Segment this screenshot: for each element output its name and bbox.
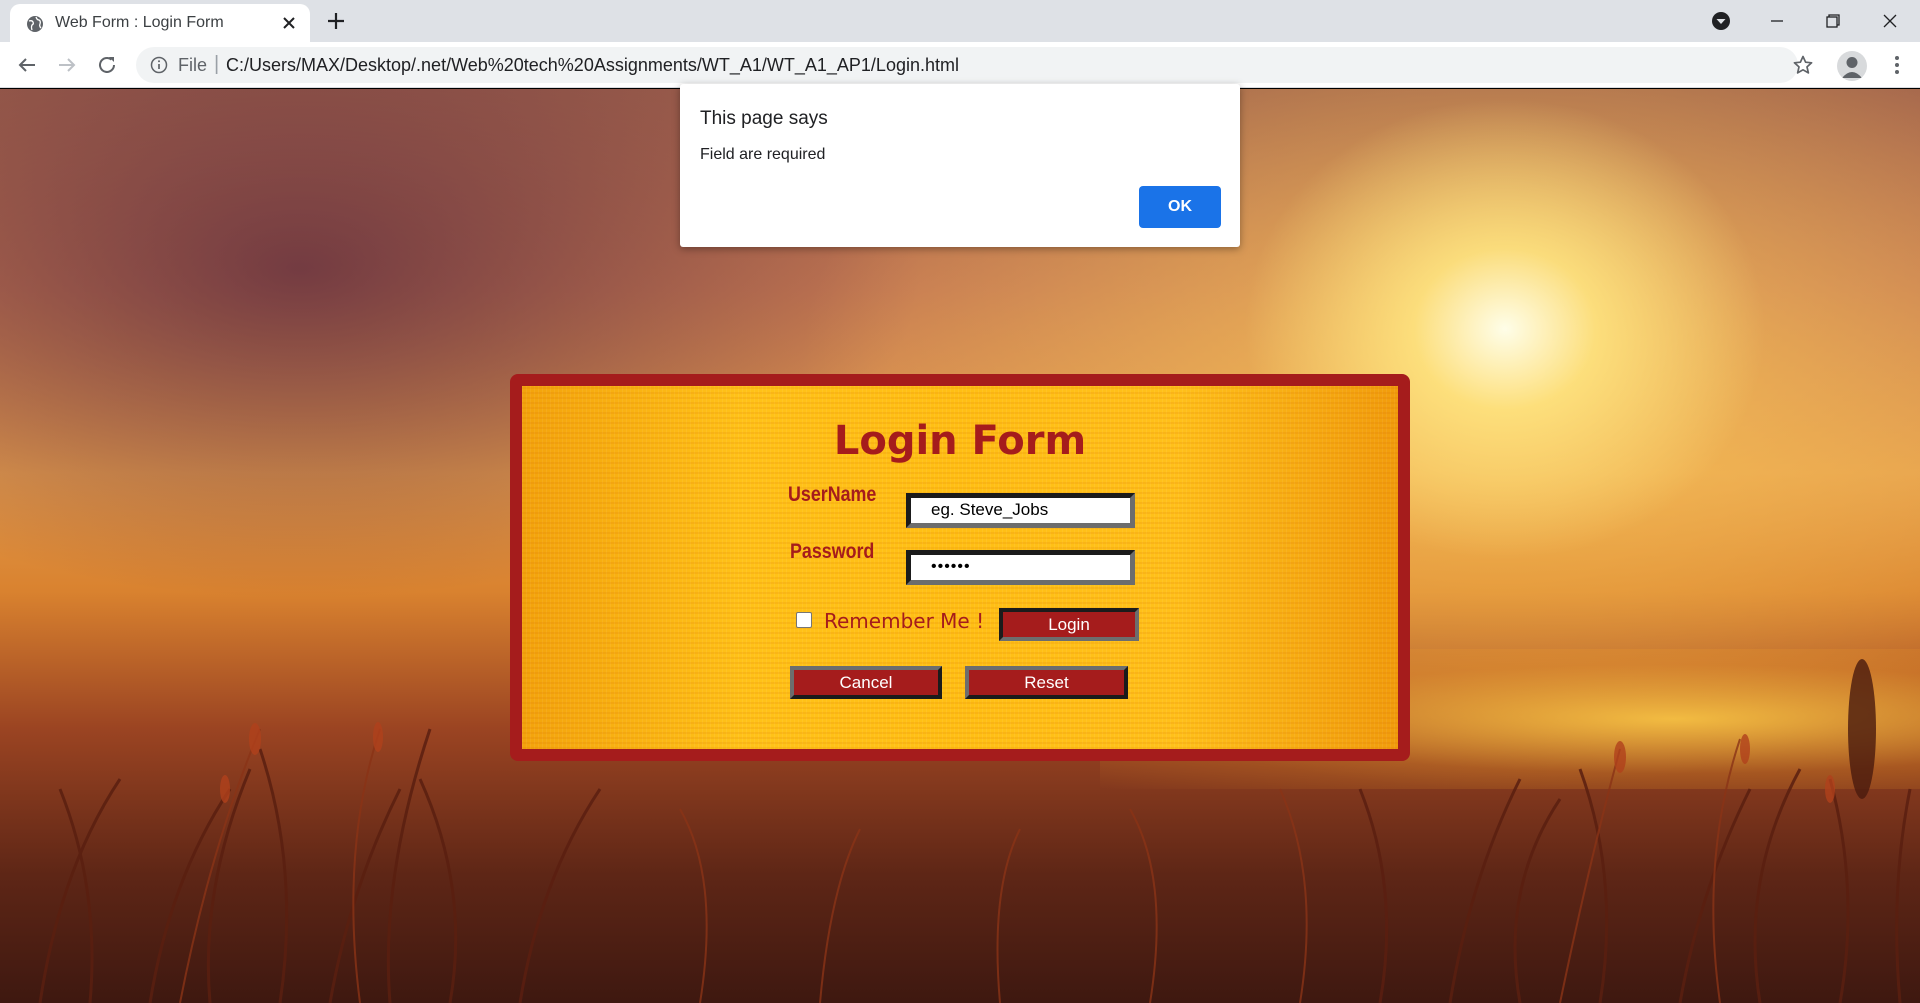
- close-icon[interactable]: [280, 14, 298, 32]
- address-bar[interactable]: File | C:/Users/MAX/Desktop/.net/Web%20t…: [136, 47, 1813, 83]
- address-url[interactable]: C:/Users/MAX/Desktop/.net/Web%20tech%20A…: [226, 55, 959, 76]
- remember-me-checkbox[interactable]: [796, 612, 812, 628]
- close-window-icon: [1883, 14, 1897, 28]
- address-separator: |: [214, 53, 220, 75]
- password-input[interactable]: ••••••: [906, 550, 1135, 585]
- username-label: UserName: [788, 483, 877, 506]
- cancel-button[interactable]: Cancel: [790, 666, 942, 699]
- minimize-icon: [1771, 20, 1783, 22]
- tab-title: Web Form : Login Form: [55, 14, 224, 31]
- login-form-frame: Login Form UserName eg. Steve_Jobs Passw…: [510, 374, 1410, 761]
- close-window-button[interactable]: [1860, 0, 1920, 42]
- account-avatar[interactable]: [1837, 51, 1867, 81]
- vertical-dots-icon[interactable]: [1885, 53, 1909, 77]
- reload-icon[interactable]: [95, 53, 119, 77]
- globe-icon: [27, 16, 43, 32]
- chevron-down-circle-icon[interactable]: [1710, 10, 1732, 32]
- reset-button[interactable]: Reset: [965, 666, 1128, 699]
- browser-toolbar: File | C:/Users/MAX/Desktop/.net/Web%20t…: [0, 42, 1920, 88]
- browser-tab[interactable]: Web Form : Login Form: [10, 4, 310, 42]
- login-form-title: Login Form: [833, 418, 1087, 464]
- restore-icon: [1826, 14, 1840, 28]
- plus-icon[interactable]: [325, 10, 347, 32]
- restore-button[interactable]: [1803, 0, 1863, 42]
- tab-strip: Web Form : Login Form: [0, 0, 1920, 42]
- alert-dialog: This page says Field are required OK: [680, 84, 1240, 247]
- person-icon: [1842, 57, 1862, 78]
- alert-message: Field are required: [700, 146, 826, 163]
- username-input[interactable]: eg. Steve_Jobs: [906, 493, 1135, 528]
- star-icon[interactable]: [1792, 54, 1814, 76]
- alert-ok-button[interactable]: OK: [1139, 186, 1221, 228]
- remember-me-label[interactable]: Remember Me !: [824, 609, 984, 633]
- info-icon[interactable]: [150, 56, 168, 74]
- minimize-button[interactable]: [1747, 0, 1807, 42]
- login-form-panel: Login Form UserName eg. Steve_Jobs Passw…: [522, 386, 1398, 749]
- arrow-left-icon[interactable]: [15, 53, 39, 77]
- alert-title: This page says: [700, 108, 828, 129]
- login-button[interactable]: Login: [999, 608, 1139, 641]
- password-label: Password: [790, 540, 875, 563]
- address-scheme: File: [178, 55, 208, 75]
- arrow-right-icon[interactable]: [55, 53, 79, 77]
